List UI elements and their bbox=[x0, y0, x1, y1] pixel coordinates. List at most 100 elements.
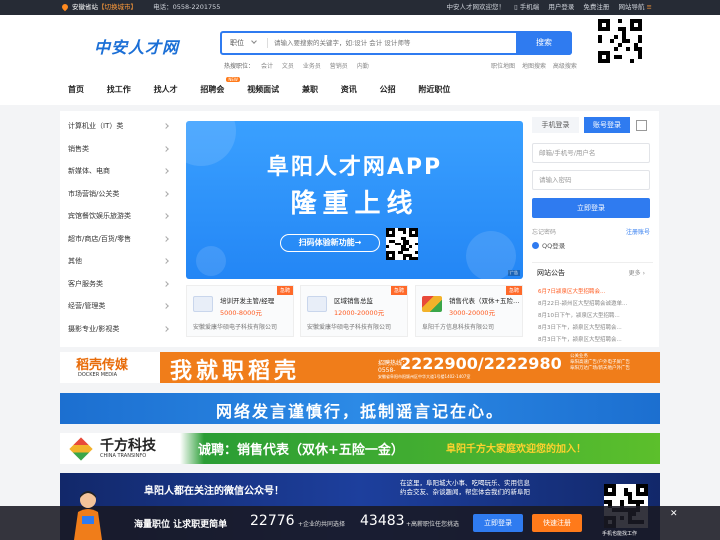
qr-module bbox=[386, 245, 389, 249]
hot-item[interactable]: 内勤 bbox=[357, 63, 369, 70]
nav-find-talent[interactable]: 找人才 bbox=[154, 85, 178, 94]
current-location: 安徽省站 bbox=[72, 3, 98, 11]
close-icon[interactable]: ✕ bbox=[670, 509, 678, 519]
hot-item[interactable]: 文员 bbox=[282, 63, 294, 70]
qq-login-link[interactable]: QQ登录 bbox=[532, 240, 565, 250]
search-type-select[interactable]: 职位 bbox=[230, 33, 257, 53]
category-item[interactable]: 超市/商店/百货/零售 bbox=[68, 228, 176, 251]
hot-item[interactable]: 营销员 bbox=[330, 63, 348, 70]
qr-module bbox=[638, 27, 642, 31]
qr-module bbox=[406, 248, 410, 252]
job-card[interactable]: 急聘 区域销售总监 12000-20000元 安徽爱康华硕电子科技有限公司 bbox=[300, 285, 408, 337]
qr-module bbox=[415, 251, 418, 255]
qr-module bbox=[606, 27, 610, 31]
job-count: 43483 bbox=[360, 513, 405, 529]
promo-register-button[interactable]: 快速注册 bbox=[532, 514, 582, 532]
ad-banner-qianfang[interactable]: 千方科技 CHINA TRANSINFO 诚聘：销售代表（双休+五险一金） 阜阳… bbox=[60, 433, 660, 464]
tab-account-login[interactable]: 账号登录 bbox=[584, 117, 630, 133]
more-link[interactable]: 更多 › bbox=[629, 268, 645, 277]
qr-module bbox=[626, 39, 630, 43]
ad-slogan: 我就职稻壳 bbox=[170, 358, 301, 383]
job-salary: 5000-8000元 bbox=[220, 309, 262, 317]
nav-find-job[interactable]: 找工作 bbox=[107, 85, 131, 94]
qr-login-icon[interactable] bbox=[636, 120, 647, 131]
banner-subtitle: 隆重上线 bbox=[290, 189, 419, 219]
free-register-link[interactable]: 免费注册 bbox=[583, 3, 609, 11]
category-item[interactable]: 宾馆餐饮娱乐旅游类 bbox=[68, 205, 176, 228]
map-search-link[interactable]: 地图搜索 bbox=[522, 63, 546, 70]
category-item[interactable]: 市场营销/公关类 bbox=[68, 183, 176, 206]
nav-home[interactable]: 首页 bbox=[68, 85, 84, 94]
job-card[interactable]: 急聘 销售代表（双休+五险… 3000-20000元 阜阳千方信息科技有限公司 bbox=[415, 285, 523, 337]
search-input[interactable] bbox=[274, 35, 504, 51]
ad-text: 阜阳人都在关注的微信公众号！ bbox=[144, 486, 284, 497]
ad-address: 安徽省阜阳市阳颍州区中华大道1号楼1402-1407室 bbox=[378, 374, 471, 379]
announcement-item[interactable]: 8月10日下午，颍泉区大型招聘... bbox=[538, 311, 620, 319]
category-item[interactable]: 经营/管理类 bbox=[68, 295, 176, 318]
site-logo[interactable]: 中安人才网 bbox=[94, 34, 179, 58]
ad-text: 网络发言谨慎行，抵制谣言记在心。 bbox=[215, 402, 504, 421]
job-map-link[interactable]: 职位地图 bbox=[491, 63, 515, 70]
hot-item[interactable]: 会计 bbox=[261, 63, 273, 70]
nav-news[interactable]: 资讯 bbox=[341, 85, 357, 94]
company-name: 安徽爱康华硕电子科技有限公司 bbox=[307, 324, 392, 331]
site-nav-link[interactable]: 网站导航 ≡ bbox=[618, 3, 652, 11]
qr-module bbox=[415, 233, 418, 237]
category-item[interactable]: 摄影专业/影视类 bbox=[68, 318, 176, 341]
password-field[interactable]: 请输入密码 bbox=[532, 170, 650, 190]
announcement-item[interactable]: 6月7日颍泉区大型招聘会... bbox=[538, 287, 605, 295]
announcement-item[interactable]: 8月3日下午，颍泉区大型招聘会... bbox=[538, 335, 622, 343]
ad-main-text: 诚聘：销售代表（双休+五险一金） bbox=[198, 443, 404, 458]
category-item[interactable]: 其他 bbox=[68, 250, 176, 273]
switch-city-link[interactable]: 【切换城市】 bbox=[98, 3, 137, 11]
decor-circle bbox=[196, 246, 226, 276]
job-salary: 12000-20000元 bbox=[334, 309, 385, 317]
app-banner[interactable]: 阜阳人才网APP 隆重上线 扫码体验新功能→ 广告 bbox=[186, 121, 523, 279]
search-button[interactable]: 搜索 bbox=[516, 31, 572, 55]
qr-module bbox=[626, 47, 630, 51]
user-login-link[interactable]: 用户登录 bbox=[548, 3, 574, 11]
category-item[interactable]: 客户服务类 bbox=[68, 273, 176, 296]
nav-public-recruit[interactable]: 公招 bbox=[380, 85, 396, 94]
company-logo-icon bbox=[69, 437, 93, 461]
qr-module bbox=[610, 39, 614, 43]
advanced-search-link[interactable]: 高级搜索 bbox=[553, 63, 577, 70]
qr-module bbox=[614, 35, 618, 39]
company-count-label: +企业的共同选择 bbox=[298, 521, 346, 528]
username-field[interactable]: 邮箱/手机号/用户名 bbox=[532, 143, 650, 163]
company-name: 阜阳千方信息科技有限公司 bbox=[422, 324, 495, 331]
company-name: 安徽爱康华硕电子科技有限公司 bbox=[193, 324, 278, 331]
announcement-item[interactable]: 8月22日-颍州区大型招聘会诚邀单... bbox=[538, 299, 627, 307]
announcement-item[interactable]: 8月3日下午，颍泉区大型招聘会... bbox=[538, 323, 622, 331]
category-item[interactable]: 新媒体、电商 bbox=[68, 160, 176, 183]
nav-part-time[interactable]: 兼职 bbox=[302, 85, 318, 94]
ad-banner-notice[interactable]: 网络发言谨慎行，抵制谣言记在心。 bbox=[60, 393, 660, 424]
ad-logo-box: 稻壳传媒 DOCKER MEDIA bbox=[60, 352, 160, 383]
ad-right-text: 阜阳千方大家庭欢迎您的加入！ bbox=[446, 444, 586, 455]
menu-icon: ≡ bbox=[646, 3, 652, 11]
hot-item[interactable]: 业务员 bbox=[303, 63, 321, 70]
announcements: 网站公告 更多 › 6月7日颍泉区大型招聘会... 8月22日-颍州区大型招聘会… bbox=[532, 262, 653, 343]
nav-job-fair[interactable]: 招聘会 NEW bbox=[200, 77, 240, 94]
header: 中安人才网 职位 搜索 热搜职位： 会计 文员 业务员 营销员 内勤 职位地图 … bbox=[0, 15, 720, 105]
job-card[interactable]: 急聘 培训开发主管/经理 5000-8000元 安徽爱康华硕电子科技有限公司 bbox=[186, 285, 294, 337]
forgot-password-link[interactable]: 忘记密码 bbox=[532, 227, 556, 236]
hot-searches: 热搜职位： 会计 文员 业务员 营销员 内勤 bbox=[224, 61, 376, 70]
register-link[interactable]: 注册账号 bbox=[626, 227, 650, 236]
main-nav: 首页 找工作 找人才 招聘会 NEW 视频面试 兼职 资讯 公招 附近职位 bbox=[68, 77, 470, 95]
qr-module bbox=[644, 492, 648, 496]
mobile-link[interactable]: ▯ 手机端 bbox=[514, 3, 539, 11]
qr-module bbox=[638, 55, 642, 59]
category-item[interactable]: 计算机业（IT）类 bbox=[68, 115, 176, 138]
ad-banner-daoke[interactable]: 稻壳传媒 DOCKER MEDIA 我就职稻壳 招聘热线： 0558- 22229… bbox=[60, 352, 660, 383]
banner-title: 阜阳人才网APP bbox=[266, 155, 443, 180]
company-logo bbox=[422, 296, 442, 312]
login-button[interactable]: 立即登录 bbox=[532, 198, 650, 218]
qr-module bbox=[391, 233, 395, 237]
category-item[interactable]: 销售类 bbox=[68, 138, 176, 161]
nav-video-interview[interactable]: 视频面试 bbox=[247, 85, 279, 94]
tab-phone-login[interactable]: 手机登录 bbox=[532, 117, 579, 133]
nav-nearby-jobs[interactable]: 附近职位 bbox=[418, 85, 450, 94]
promo-login-button[interactable]: 立即登录 bbox=[473, 514, 523, 532]
qr-module bbox=[415, 257, 418, 260]
